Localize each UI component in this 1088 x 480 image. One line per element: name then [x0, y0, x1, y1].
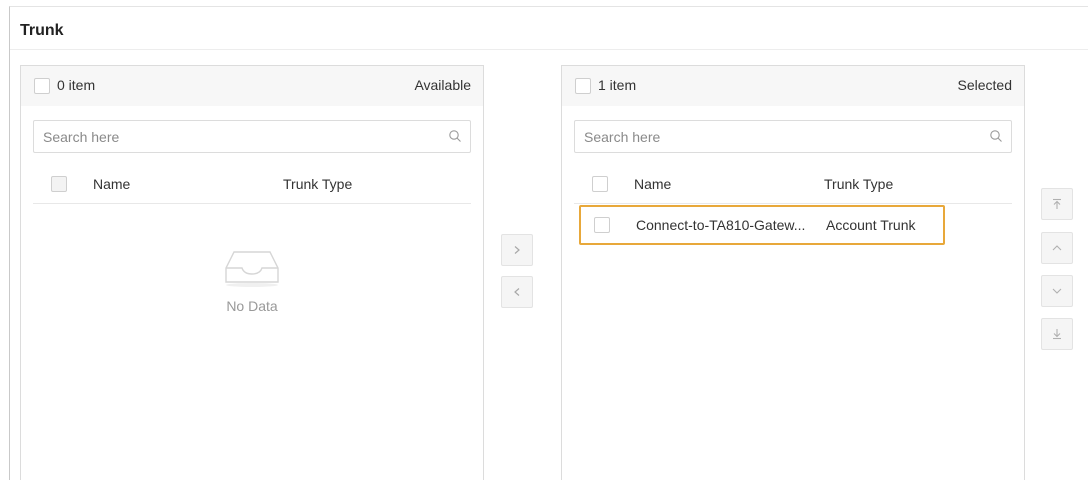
- header-checkbox[interactable]: [592, 176, 608, 192]
- row-checkbox[interactable]: [594, 217, 610, 233]
- column-trunk-type: Trunk Type: [824, 176, 894, 192]
- table-row[interactable]: Connect-to-TA810-Gatew... Account Trunk: [579, 205, 945, 245]
- move-bottom-button[interactable]: [1041, 318, 1073, 350]
- trunk-section: Trunk 0 item Available Search here Name …: [9, 6, 1088, 480]
- move-down-button[interactable]: [1041, 275, 1073, 307]
- empty-state: No Data: [21, 244, 483, 314]
- empty-inbox-icon: [225, 251, 279, 287]
- selected-panel: 1 item Selected Search here Name Trunk T…: [561, 65, 1025, 480]
- move-up-button[interactable]: [1041, 232, 1073, 264]
- column-name: Name: [634, 176, 672, 192]
- move-down-icon: [1052, 288, 1062, 294]
- chevron-right-icon: [514, 246, 520, 254]
- available-count: 0 item: [57, 77, 96, 93]
- search-icon: [449, 130, 461, 142]
- move-bottom-icon: [1053, 329, 1061, 340]
- available-label: Available: [414, 77, 471, 93]
- row-trunk-name: Connect-to-TA810-Gatew...: [636, 217, 806, 233]
- search-placeholder: Search here: [43, 129, 120, 145]
- selected-label: Selected: [957, 77, 1012, 93]
- divider: [10, 49, 1088, 50]
- move-right-button[interactable]: [501, 234, 533, 266]
- move-top-icon: [1053, 198, 1061, 209]
- column-trunk-type: Trunk Type: [283, 176, 353, 192]
- search-placeholder: Search here: [584, 129, 661, 145]
- section-title: Trunk: [20, 22, 64, 39]
- column-name: Name: [93, 176, 131, 192]
- row-trunk-type: Account Trunk: [826, 217, 916, 233]
- select-all-selected-checkbox[interactable]: [575, 78, 591, 94]
- chevron-left-icon: [514, 288, 520, 296]
- selected-panel-header: 1 item Selected: [562, 66, 1024, 106]
- select-all-available-checkbox[interactable]: [34, 78, 50, 94]
- available-panel: 0 item Available Search here Name Trunk …: [20, 65, 484, 480]
- selected-search-input[interactable]: Search here: [574, 120, 1012, 153]
- move-left-button[interactable]: [501, 276, 533, 308]
- available-panel-header: 0 item Available: [21, 66, 483, 106]
- move-up-icon: [1052, 245, 1062, 251]
- selected-table-header: Name Trunk Type: [574, 166, 1012, 204]
- move-top-button[interactable]: [1041, 188, 1073, 220]
- no-data-text: No Data: [226, 298, 278, 314]
- search-icon: [990, 130, 1002, 142]
- available-table-header: Name Trunk Type: [33, 166, 471, 204]
- available-search-input[interactable]: Search here: [33, 120, 471, 153]
- header-checkbox[interactable]: [51, 176, 67, 192]
- selected-count: 1 item: [598, 77, 637, 93]
